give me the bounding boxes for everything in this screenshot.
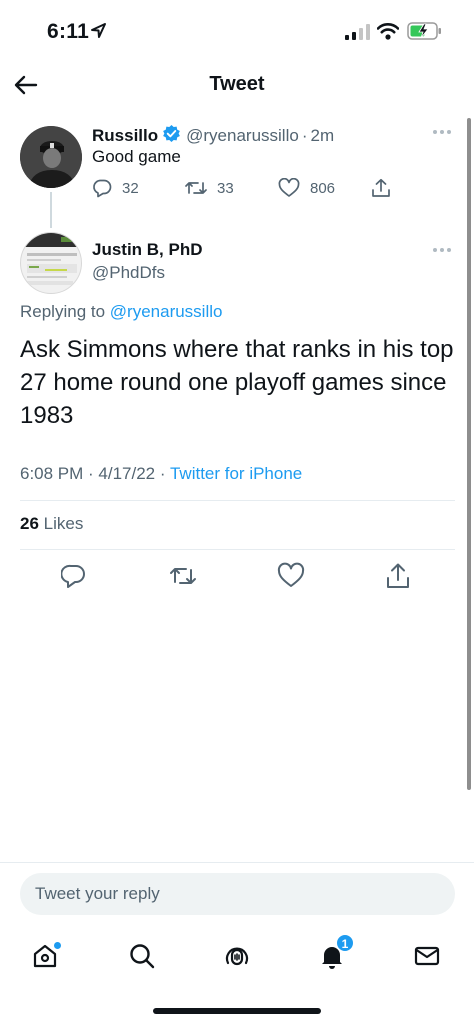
retweet-button[interactable] (169, 562, 197, 595)
thread-connector-line (50, 192, 52, 228)
more-dots-icon (433, 248, 451, 252)
battery-charging-icon (407, 21, 443, 46)
location-arrow-icon (90, 22, 107, 44)
avatar-justin[interactable] (20, 232, 82, 294)
reply-button[interactable]: 32 (92, 178, 139, 198)
notifications-badge: 1 (336, 934, 354, 952)
author-handle[interactable]: @PhdDfs (92, 263, 165, 283)
scrollbar[interactable] (467, 118, 471, 790)
parent-tweet-text: Good game (92, 147, 181, 166)
search-icon (130, 944, 155, 969)
share-button[interactable] (385, 562, 411, 595)
spaces-microphone-icon (225, 947, 249, 966)
main-tweet-actions (0, 562, 474, 592)
retweet-count: 33 (217, 179, 234, 197)
parent-tweet-actions: 32 33 806 (92, 178, 402, 202)
like-count: 806 (310, 179, 336, 197)
author-name[interactable]: Justin B, PhD (92, 240, 203, 260)
avatar-russillo[interactable] (20, 126, 82, 188)
share-icon (387, 563, 409, 588)
tab-search[interactable] (124, 938, 160, 974)
author-name[interactable]: Russillo (92, 126, 158, 146)
likes-count: 26 (20, 514, 39, 533)
tweet-date: 4/17/22 (98, 464, 156, 483)
retweet-button[interactable]: 33 (185, 178, 234, 198)
more-options-button[interactable] (432, 237, 452, 258)
tab-home[interactable] (27, 938, 63, 974)
more-dots-icon (433, 130, 451, 134)
home-indicator (153, 1008, 321, 1014)
separator-dot: · (301, 126, 308, 145)
cellular-signal-icon (345, 24, 371, 45)
retweet-icon (185, 182, 207, 194)
divider (0, 862, 474, 863)
likes-label: Likes (43, 514, 84, 533)
status-time: 6:11 (47, 20, 90, 43)
tab-bar: 1 (0, 932, 474, 978)
heart-icon (277, 562, 305, 587)
status-bar: 6:11 (0, 0, 474, 62)
verified-badge-icon (162, 124, 181, 148)
divider (20, 549, 455, 550)
mail-icon (414, 946, 440, 966)
share-button[interactable] (371, 178, 391, 198)
replying-to-handle-link[interactable]: @ryenarussillo (110, 302, 223, 321)
wifi-icon (376, 22, 400, 45)
navigation-bar: Tweet (0, 62, 474, 108)
tweet-meta: 6:08 PM · 4/17/22 · Twitter for iPhone (20, 464, 303, 483)
more-options-button[interactable] (432, 119, 452, 140)
likes-summary[interactable]: 26 Likes (20, 514, 83, 534)
author-handle[interactable]: @ryenarussillo (186, 126, 299, 146)
tweet-source-link[interactable]: Twitter for iPhone (170, 464, 302, 483)
replying-to-label: Replying to (20, 302, 110, 321)
retweet-icon (170, 568, 196, 584)
reply-count: 32 (122, 179, 139, 197)
like-button[interactable]: 806 (278, 178, 335, 198)
tweet-time-ago: 2m (310, 126, 335, 145)
tab-spaces[interactable] (219, 938, 255, 974)
parent-tweet-header: Russillo @ryenarussillo · 2m (92, 124, 334, 148)
reply-input[interactable] (20, 873, 455, 915)
page-title: Tweet (209, 73, 265, 95)
home-new-dot (54, 942, 61, 949)
tweet-time: 6:08 PM (20, 464, 84, 483)
reply-icon (60, 564, 85, 588)
reply-button[interactable] (60, 562, 87, 595)
main-tweet-text: Ask Simmons where that ranks in his top … (20, 336, 454, 429)
share-icon (372, 178, 390, 197)
heart-icon (278, 178, 300, 197)
tab-notifications[interactable]: 1 (314, 934, 354, 974)
replying-to: Replying to @ryenarussillo (20, 302, 222, 322)
tab-messages[interactable] (409, 938, 445, 974)
reply-icon (93, 179, 112, 198)
like-button[interactable] (277, 562, 305, 595)
divider (20, 500, 455, 501)
